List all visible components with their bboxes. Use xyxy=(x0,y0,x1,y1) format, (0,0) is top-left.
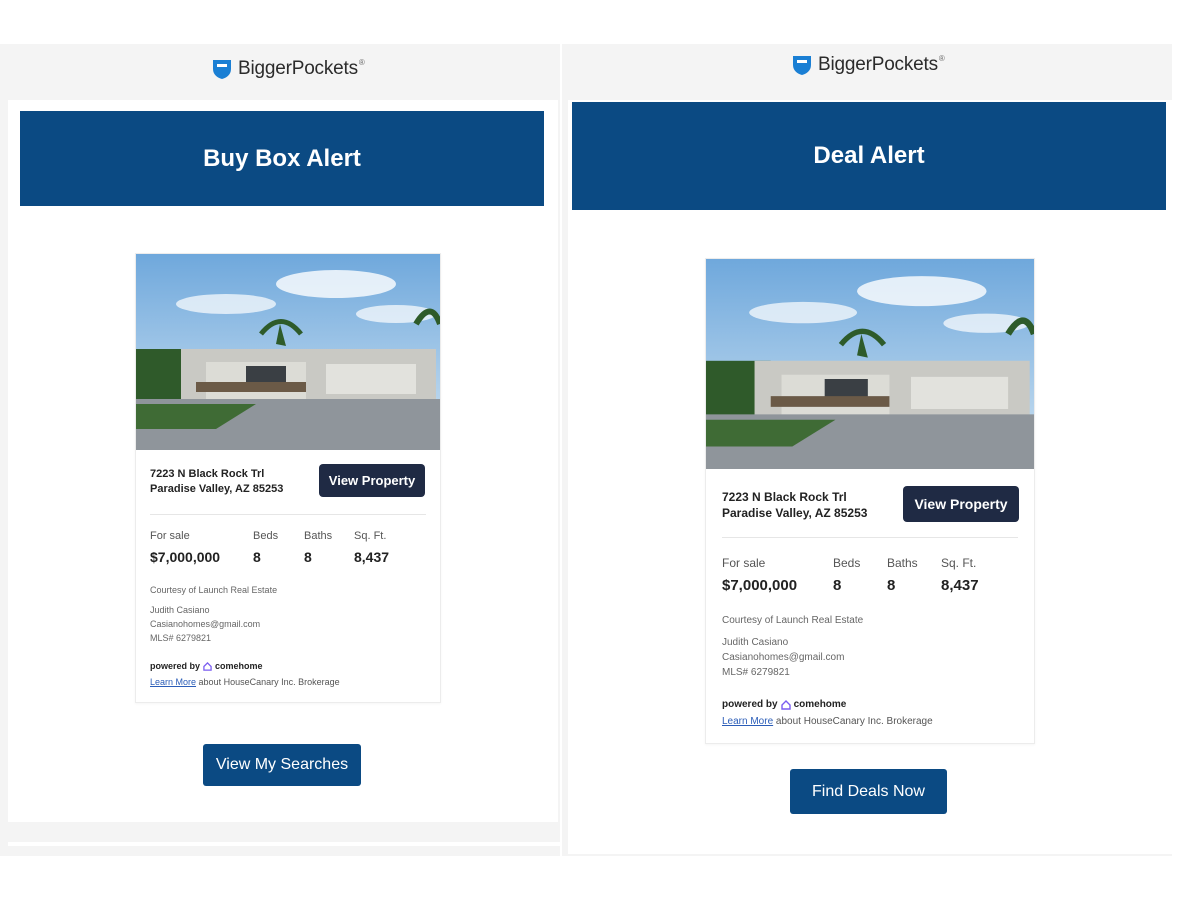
agent-info: Judith Casiano Casianohomes@gmail.com ML… xyxy=(722,635,844,680)
comehome-house-icon xyxy=(780,699,791,710)
price-value: $7,000,000 xyxy=(150,549,221,565)
status-label: For sale xyxy=(722,556,766,570)
biggerpockets-logo: BiggerPockets® xyxy=(792,54,945,76)
property-photo[interactable] xyxy=(706,259,1034,469)
powered-by: powered by comehome xyxy=(150,661,263,671)
property-photo[interactable] xyxy=(136,254,440,450)
brand-name: BiggerPockets xyxy=(238,58,358,79)
biggerpockets-shield-icon xyxy=(213,60,231,79)
agent-name: Judith Casiano xyxy=(150,605,210,615)
view-my-searches-button[interactable]: View My Searches xyxy=(203,744,361,786)
deal-alert-email: BiggerPockets® Deal Alert 7223 N Black R… xyxy=(562,44,1172,856)
biggerpockets-shield-icon xyxy=(793,56,811,75)
comehome-house-icon xyxy=(203,661,212,671)
learn-more-link[interactable]: Learn More xyxy=(150,677,196,687)
beds-label: Beds xyxy=(253,530,279,542)
price-value: $7,000,000 xyxy=(722,577,798,594)
view-property-button[interactable]: View Property xyxy=(903,486,1019,522)
powered-by-label: powered by xyxy=(150,661,201,671)
card-divider xyxy=(722,537,1018,538)
baths-label: Baths xyxy=(887,556,918,570)
property-card: 7223 N Black Rock Trl Paradise Valley, A… xyxy=(705,258,1035,744)
comehome-brand: comehome xyxy=(793,699,847,710)
beds-label: Beds xyxy=(833,556,861,570)
comehome-brand: comehome xyxy=(215,661,263,671)
footer-strip xyxy=(8,842,560,846)
sqft-label: Sq. Ft. xyxy=(354,530,387,542)
banner-title: Deal Alert xyxy=(813,142,925,169)
view-property-button[interactable]: View Property xyxy=(319,464,425,497)
mls-number: MLS# 6279821 xyxy=(150,633,212,643)
brand-registered-mark: ® xyxy=(358,58,365,67)
property-card: 7223 N Black Rock Trl Paradise Valley, A… xyxy=(135,253,441,703)
agent-info: Judith Casiano Casianohomes@gmail.com ML… xyxy=(150,603,260,645)
powered-by-label: powered by xyxy=(722,699,778,710)
baths-value: 8 xyxy=(887,577,896,594)
baths-label: Baths xyxy=(304,530,333,542)
baths-value: 8 xyxy=(304,549,312,565)
learn-more-link[interactable]: Learn More xyxy=(722,716,773,727)
beds-value: 8 xyxy=(253,549,261,565)
property-address: 7223 N Black Rock Trl Paradise Valley, A… xyxy=(150,467,283,497)
address-line-2: Paradise Valley, AZ 85253 xyxy=(722,506,868,520)
status-label: For sale xyxy=(150,530,190,542)
learn-more-suffix: about HouseCanary Inc. Brokerage xyxy=(198,677,340,687)
agent-email: Casianohomes@gmail.com xyxy=(150,619,261,629)
learn-more-line: Learn More about HouseCanary Inc. Broker… xyxy=(150,677,340,687)
buy-box-alert-email: BiggerPockets® Buy Box Alert 7223 N Blac… xyxy=(0,44,560,856)
sqft-value: 8,437 xyxy=(354,549,390,565)
banner-title: Buy Box Alert xyxy=(203,144,361,172)
sqft-label: Sq. Ft. xyxy=(941,556,977,570)
house-photo-illustration xyxy=(136,254,440,450)
biggerpockets-logo: BiggerPockets® xyxy=(212,58,365,80)
courtesy-text: Courtesy of Launch Real Estate xyxy=(722,615,864,626)
house-photo-illustration xyxy=(706,259,1034,469)
brand-registered-mark: ® xyxy=(938,54,945,63)
mls-number: MLS# 6279821 xyxy=(722,667,790,678)
property-address: 7223 N Black Rock Trl Paradise Valley, A… xyxy=(722,489,867,521)
card-divider xyxy=(150,514,426,515)
address-line-1: 7223 N Black Rock Trl xyxy=(722,490,847,504)
learn-more-suffix: about HouseCanary Inc. Brokerage xyxy=(775,716,933,727)
address-line-1: 7223 N Black Rock Trl xyxy=(150,468,265,480)
powered-by: powered by comehome xyxy=(722,699,846,710)
learn-more-line: Learn More about HouseCanary Inc. Broker… xyxy=(722,716,933,727)
alert-banner: Buy Box Alert xyxy=(20,111,544,206)
find-deals-now-button[interactable]: Find Deals Now xyxy=(790,769,947,814)
agent-name: Judith Casiano xyxy=(722,637,789,648)
beds-value: 8 xyxy=(833,577,842,594)
address-line-2: Paradise Valley, AZ 85253 xyxy=(150,483,284,495)
agent-email: Casianohomes@gmail.com xyxy=(722,652,845,663)
sqft-value: 8,437 xyxy=(941,577,979,594)
brand-name: BiggerPockets xyxy=(818,54,938,75)
courtesy-text: Courtesy of Launch Real Estate xyxy=(150,585,278,595)
alert-banner: Deal Alert xyxy=(572,102,1166,210)
